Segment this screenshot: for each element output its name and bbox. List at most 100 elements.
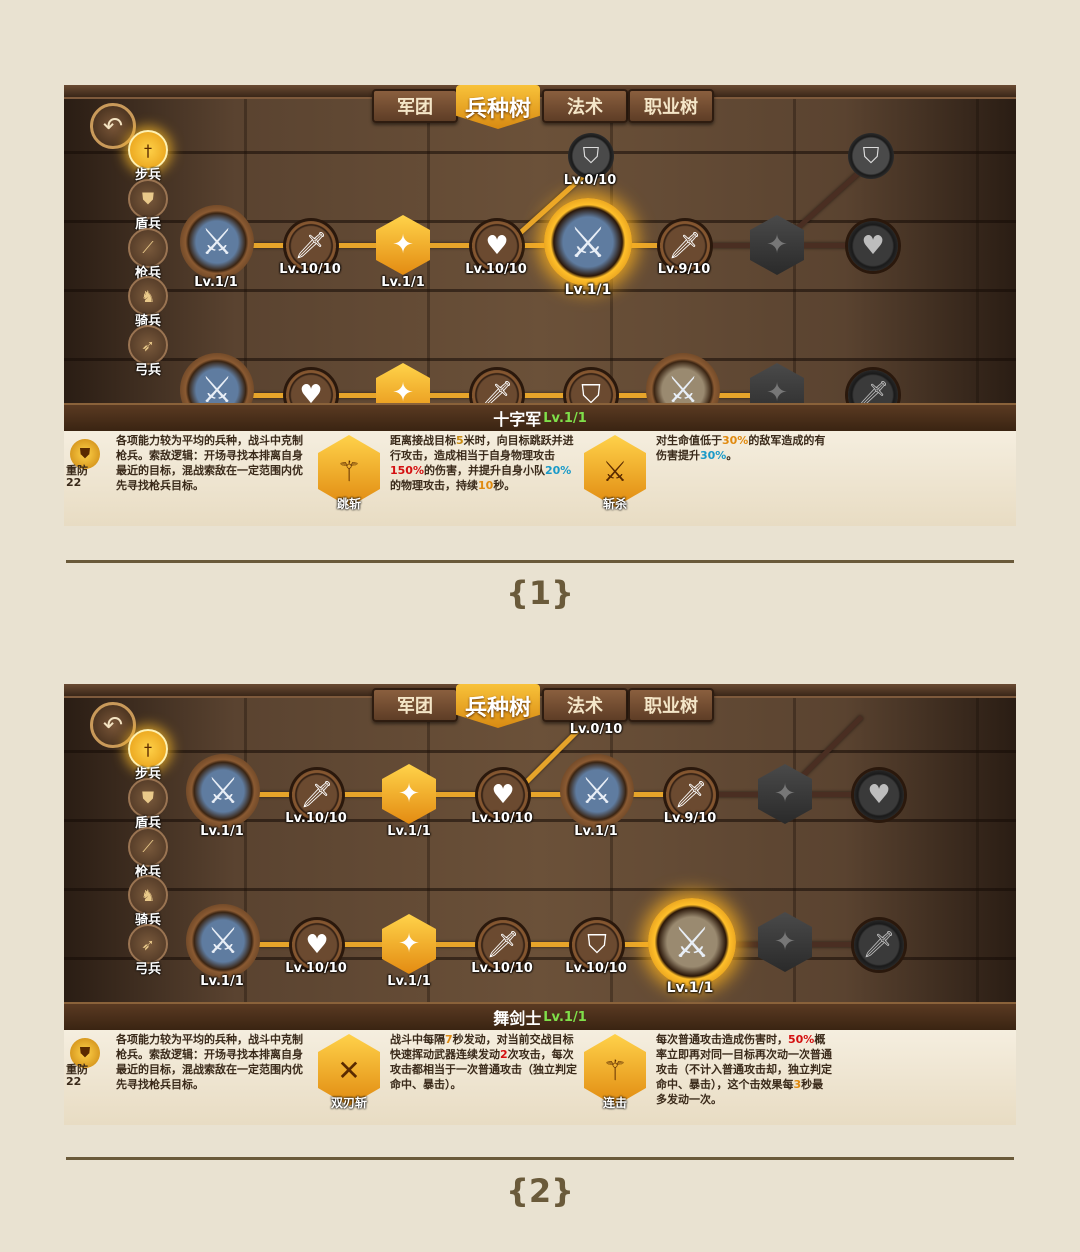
locked-node[interactable]: 🗡	[854, 920, 904, 970]
crusader-knight-icon: ⚔	[544, 198, 632, 286]
unit-node-infantry[interactable]: ⚔	[186, 754, 260, 828]
node-level: Lv.10/10	[465, 262, 527, 277]
soldier-icon: ⚔	[180, 205, 254, 279]
node-level: Lv.1/1	[194, 275, 238, 290]
node-level: Lv.1/1	[200, 824, 244, 839]
tab-class-tree[interactable]: 职业树	[628, 688, 714, 722]
node-level: Lv.0/10	[563, 173, 617, 188]
node-level: Lv.1/1	[574, 824, 618, 839]
unit-node-crusader[interactable]: ⚔	[544, 198, 632, 286]
category-shield[interactable]: ⛊ 盾兵	[126, 179, 170, 232]
category-infantry[interactable]: † 步兵	[126, 729, 170, 782]
armor-value: 22	[66, 476, 82, 489]
category-archer[interactable]: ➶ 弓兵	[126, 325, 170, 378]
tree-line	[214, 792, 714, 797]
crusader-knight-icon: ⚔	[560, 754, 634, 828]
unit-base-description: 各项能力较为平均的兵种，战斗中克制枪兵。索敌逻辑：开场寻找本排离自身最近的目标，…	[116, 1033, 303, 1091]
armor-stat: 重防 22	[66, 465, 88, 489]
skill-name: 斩杀	[602, 497, 628, 511]
section-divider	[66, 560, 1014, 563]
skill-name: 双刃斩	[330, 1096, 368, 1110]
game-screen-1: 军团 兵种树 法术 职业树 ↶ † 步兵 ⛊ 盾兵 ⟋ 枪兵 ♞ 骑兵 ➶ 弓兵 ⚔ Lv…	[64, 85, 1016, 526]
unit-level: Lv.1/1	[543, 1009, 587, 1025]
game-screen-2: 军团 兵种树 法术 职业树 ↶ † 步兵 ⛊ 盾兵 ⟋ 枪兵 ♞ 骑兵 ➶ 弓兵 ⚔ Lv…	[64, 684, 1016, 1125]
upgrade-node-ability[interactable]: ✦	[382, 914, 436, 974]
unit-name: 十字军	[493, 410, 542, 429]
category-archer[interactable]: ➶ 弓兵	[126, 924, 170, 977]
locked-node[interactable]: ⛉	[848, 133, 894, 179]
tab-legion[interactable]: 军团	[372, 688, 458, 722]
locked-node[interactable]: ✦	[758, 764, 812, 824]
screen-caption: {1}	[506, 574, 574, 612]
sword-icon: 🗡	[854, 920, 904, 970]
unit-node[interactable]: ⚔	[186, 904, 260, 978]
heart-icon: ♥	[854, 770, 904, 820]
node-level: Lv.1/1	[564, 282, 612, 298]
lock-emblem-icon: ✦	[758, 912, 812, 972]
node-level: Lv.9/10	[657, 262, 711, 277]
unit-node-infantry[interactable]: ⚔	[180, 205, 254, 279]
tab-spells[interactable]: 法术	[542, 89, 628, 123]
skill1-description: 距离接战目标5米时，向目标跳跃并进行攻击，造成相当于自身物理攻击150%的伤害，…	[390, 434, 574, 492]
node-level: Lv.10/10	[471, 961, 533, 976]
node-level: Lv.1/1	[666, 980, 714, 996]
skill-name: 连击	[602, 1096, 628, 1110]
section-divider	[66, 1157, 1014, 1160]
unit-node-crusader[interactable]: ⚔	[560, 754, 634, 828]
skill1-description: 战斗中每隔7秒发动，对当前交战目标快速挥动武器连续发动2次攻击，每次攻击都相当于…	[390, 1033, 577, 1091]
locked-node[interactable]: ♥	[854, 770, 904, 820]
node-level: Lv.1/1	[200, 974, 244, 989]
soldier-icon: ⚔	[186, 754, 260, 828]
elf-swordsman-icon: ⚔	[648, 898, 736, 986]
top-frame	[64, 85, 1016, 99]
category-spear[interactable]: ⟋ 枪兵	[126, 827, 170, 880]
node-level: Lv.10/10	[285, 811, 347, 826]
skill2-description: 每次普通攻击造成伤害时，50%概率立即再对同一目标再次动一次普通攻击（不计入普通…	[656, 1033, 832, 1106]
upgrade-node-ability[interactable]: ✦	[382, 764, 436, 824]
category-shield[interactable]: ⛊ 盾兵	[126, 778, 170, 831]
category-cavalry[interactable]: ♞ 骑兵	[126, 276, 170, 329]
tree-line	[214, 942, 714, 947]
tab-unit-tree[interactable]: 兵种树	[456, 684, 540, 728]
unit-base-description: 各项能力较为平均的兵种，战斗中克制枪兵。索敌逻辑：开场寻找本排离自身最近的目标，…	[116, 434, 303, 492]
unit-name: 舞剑士	[493, 1009, 542, 1028]
skill2-description: 对生命值低于30%的敌军造成的有伤害提升30%。	[656, 434, 826, 462]
locked-node[interactable]: ♥	[848, 221, 898, 271]
emblem-icon: ✦	[382, 914, 436, 974]
shield-icon: ⛉	[848, 133, 894, 179]
node-level: Lv.1/1	[387, 974, 431, 989]
node-level: Lv.9/10	[663, 811, 717, 826]
tab-class-tree[interactable]: 职业树	[628, 89, 714, 123]
category-infantry[interactable]: † 步兵	[126, 130, 170, 183]
category-label: 弓兵	[134, 363, 161, 378]
node-level: Lv.0/10	[569, 722, 623, 737]
emblem-icon: ✦	[376, 215, 430, 275]
top-frame	[64, 684, 1016, 698]
locked-node[interactable]: ✦	[750, 215, 804, 275]
upgrade-node-ability[interactable]: ✦	[376, 215, 430, 275]
category-spear[interactable]: ⟋ 枪兵	[126, 228, 170, 281]
lock-emblem-icon: ✦	[750, 215, 804, 275]
tab-unit-tree[interactable]: 兵种树	[456, 85, 540, 129]
node-level: Lv.10/10	[279, 262, 341, 277]
node-level: Lv.10/10	[565, 961, 627, 976]
node-level: Lv.10/10	[285, 961, 347, 976]
node-level: Lv.1/1	[387, 824, 431, 839]
unit-title-bar: 舞剑士 Lv.1/1	[64, 1002, 1016, 1032]
category-label: 弓兵	[134, 962, 161, 977]
locked-node[interactable]: ✦	[758, 912, 812, 972]
soldier-icon: ⚔	[186, 904, 260, 978]
armor-value: 22	[66, 1075, 82, 1088]
emblem-icon: ✦	[382, 764, 436, 824]
lock-emblem-icon: ✦	[758, 764, 812, 824]
armor-stat: 重防 22	[66, 1064, 88, 1088]
skill-name: 跳斩	[336, 497, 362, 511]
unit-node-swordsman[interactable]: ⚔	[648, 898, 736, 986]
unit-description-panel: ⛊ 重防 22 各项能力较为平均的兵种，战斗中克制枪兵。索敌逻辑：开场寻找本排离自…	[64, 1030, 1016, 1125]
node-level: Lv.10/10	[471, 811, 533, 826]
tab-spells[interactable]: 法术	[542, 688, 628, 722]
unit-level: Lv.1/1	[543, 410, 587, 426]
tab-legion[interactable]: 军团	[372, 89, 458, 123]
screen-caption: {2}	[506, 1172, 574, 1210]
category-cavalry[interactable]: ♞ 骑兵	[126, 875, 170, 928]
